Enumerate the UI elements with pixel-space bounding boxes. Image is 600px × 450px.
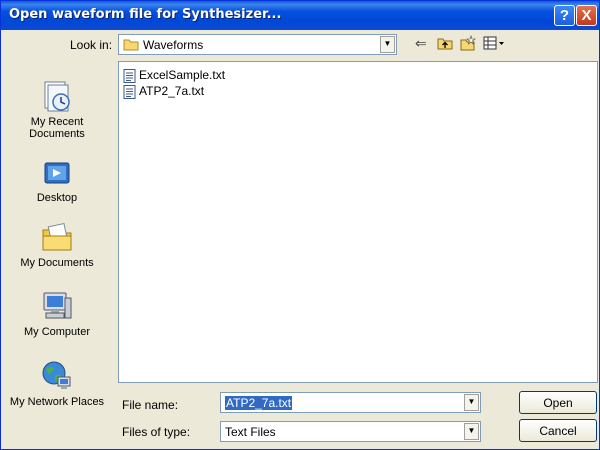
place-label: My Computer [23,326,91,338]
help-button[interactable]: ? [554,5,575,26]
network-places-icon [42,361,71,389]
filename-dropdown-arrow[interactable]: ▼ [464,394,479,411]
lookin-label: Look in: [70,38,113,52]
filetype-value: Text Files [225,425,276,439]
place-my-computer[interactable]: My Computer [5,289,109,338]
filetype-label: Files of type: [122,425,191,439]
views-menu-icon[interactable] [483,36,505,50]
place-my-documents[interactable]: My Documents [5,220,109,269]
file-name: ExcelSample.txt [139,68,226,82]
place-my-recent-documents[interactable]: My Recent Documents [5,79,109,140]
lookin-dropdown-arrow[interactable]: ▼ [380,36,395,53]
dialog-title: Open waveform file for Synthesizer... [9,7,282,22]
back-icon[interactable]: ⇐ [415,35,427,52]
close-button[interactable]: X [576,5,597,26]
text-file-icon [123,84,136,99]
filetype-combo[interactable]: Text Files ▼ [220,421,481,442]
folder-icon [123,39,139,51]
filename-label: File name: [122,398,179,412]
place-label: My Documents [20,257,94,269]
place-my-network-places[interactable]: My Network Places [5,359,109,408]
file-name: ATP2_7a.txt [139,84,205,98]
place-label: My Network Places [9,396,105,408]
open-file-dialog: Open waveform file for Synthesizer... ? … [0,0,600,450]
place-label: My Recent Documents [29,116,85,140]
place-label: Desktop [36,192,78,204]
lookin-value: Waveforms [143,38,204,52]
up-one-level-icon[interactable] [437,36,453,50]
new-folder-icon[interactable] [460,35,476,51]
text-file-icon [123,68,136,83]
list-item-file[interactable]: ATP2_7a.txt [123,84,204,100]
filename-value: ATP2_7a.txt [225,396,293,410]
open-button[interactable]: Open [519,391,597,414]
recent-documents-icon [44,81,70,112]
place-desktop[interactable]: Desktop [5,159,109,204]
file-list[interactable]: ExcelSample.txt ATP2_7a.txt [118,61,598,383]
list-item-file[interactable]: ExcelSample.txt [123,68,225,84]
desktop-icon [44,162,70,184]
my-computer-icon [43,292,72,319]
places-bar: My Recent Documents Desktop My Documents [5,71,109,446]
my-documents-icon [42,222,72,251]
title-bar[interactable]: Open waveform file for Synthesizer... ? … [1,1,599,30]
cancel-button[interactable]: Cancel [519,419,597,442]
filename-combo[interactable]: ATP2_7a.txt ▼ [220,392,481,413]
lookin-combo[interactable]: Waveforms ▼ [118,34,397,55]
filetype-dropdown-arrow[interactable]: ▼ [464,423,479,440]
